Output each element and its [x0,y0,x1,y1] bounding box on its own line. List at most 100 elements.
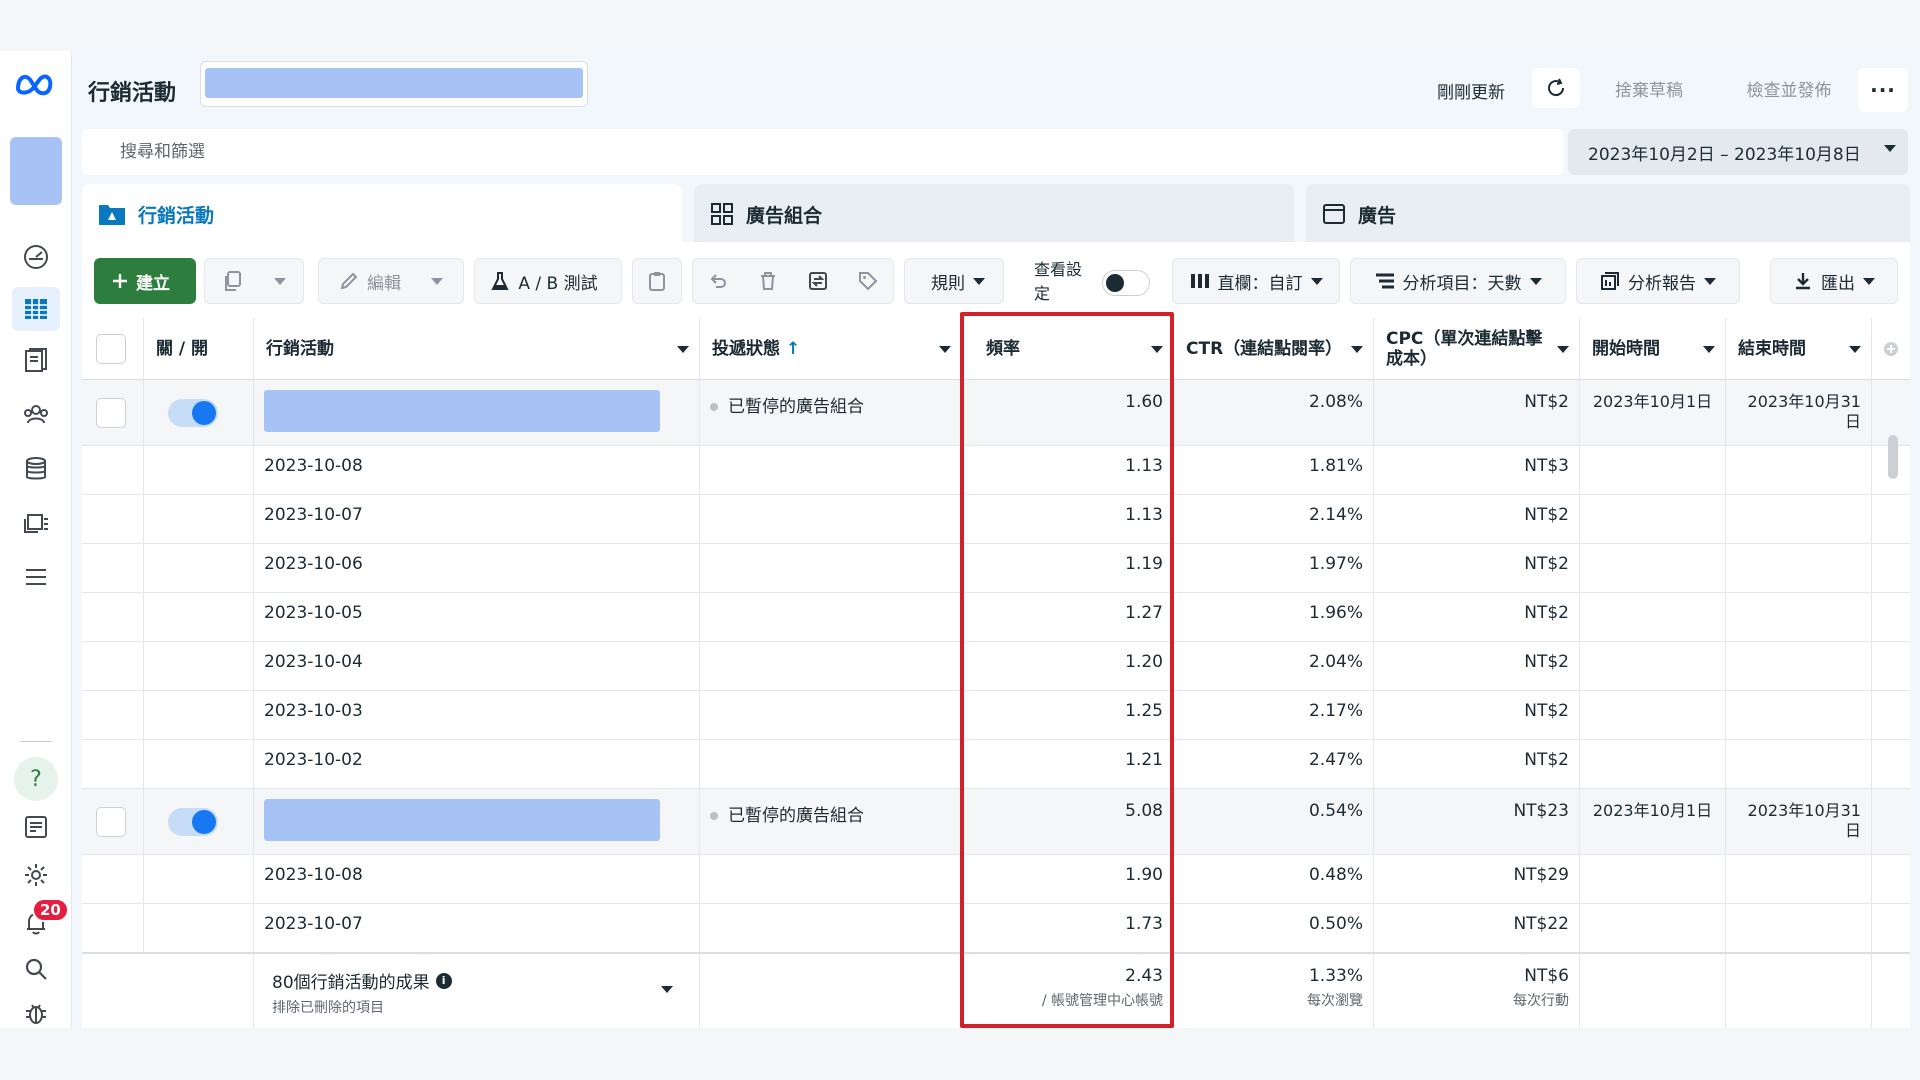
chevron-down-icon[interactable] [661,986,673,993]
campaign-name-cell: 2023-10-04 [254,642,700,690]
delivery-status-cell [700,642,962,690]
reports-dropdown[interactable]: 分析報告 [1576,258,1740,304]
menu-hamburger-icon[interactable] [18,559,54,595]
end-cell [1726,855,1872,903]
row-pad-cell [1872,593,1910,641]
row-pad-cell [1872,544,1910,592]
toggle-knob [192,401,216,425]
redacted-campaign-name[interactable] [264,390,660,432]
ad-frame-icon [1322,202,1346,226]
end-cell [1726,544,1872,592]
duplicate-icon [225,271,241,291]
tab-ad-sets[interactable]: 廣告組合 [694,184,1294,244]
header-delivery[interactable]: 投遞狀態 ↑ [700,318,962,380]
account-avatar[interactable] [10,137,62,205]
row-select-cell [82,691,144,739]
date-range-picker[interactable]: 2023年10月2日 – 2023年10月8日 [1568,129,1908,175]
search-icon[interactable] [18,951,54,987]
redacted-campaign-name[interactable] [264,799,660,841]
breakdown-row[interactable]: 2023-10-03 1.25 2.17% NT$2 [82,691,1910,740]
campaign-on-off-toggle[interactable] [168,808,218,836]
breakdown-dropdown[interactable]: 分析項目：天數 [1350,258,1566,304]
create-button[interactable]: 建立 [94,258,196,304]
row-checkbox[interactable] [96,807,126,837]
header-campaign[interactable]: 行銷活動 [254,318,700,380]
header-toggle[interactable]: 關 / 開 [144,318,254,380]
summary-results[interactable]: 80個行銷活動的成果 i 排除已刪除的項目 [254,954,700,1028]
edit-button[interactable]: 編輯 [318,258,464,304]
duplicate-button[interactable] [204,258,304,304]
meta-logo-icon[interactable] [14,69,58,97]
breakdown-row[interactable]: 2023-10-07 1.73 0.50% NT$22 [82,904,1910,953]
pencil-icon [340,272,358,290]
breakdown-row[interactable]: 2023-10-08 1.13 1.81% NT$3 [82,446,1910,495]
ads-manager-table-icon[interactable] [12,287,60,331]
summary-title: 80個行銷活動的成果 [272,973,430,993]
tab-campaigns[interactable]: 行銷活動 [82,184,682,244]
row-pad-cell [1872,904,1910,952]
table-scrollbar[interactable] [1888,435,1898,479]
more-options-button[interactable]: ··· [1858,68,1908,112]
export-dropdown[interactable]: 匯出 [1770,258,1898,304]
start-cell [1580,593,1726,641]
campaign-name-field[interactable] [200,61,588,107]
help-icon[interactable]: ? [14,757,58,801]
download-icon [1796,273,1810,290]
info-icon[interactable]: i [435,972,452,989]
tag-icon[interactable] [843,271,893,291]
header-end[interactable]: 結束時間 [1726,318,1872,380]
summary-frequency: 2.43 / 帳號管理中心帳號 [962,954,1174,1028]
settings-gear-icon[interactable] [18,857,54,893]
breakdown-row[interactable]: 2023-10-08 1.90 0.48% NT$29 [82,855,1910,904]
pages-icon[interactable] [18,343,54,379]
review-and-publish-button[interactable]: 檢查並發佈 [1718,68,1860,108]
flask-icon [491,272,509,290]
campaign-on-off-toggle[interactable] [168,399,218,427]
chevron-down-icon [1310,277,1323,285]
tab-ads[interactable]: 廣告 [1306,184,1910,244]
tab-label: 廣告 [1358,204,1397,227]
delivery-status-cell [700,544,962,592]
search-input[interactable] [120,139,1520,165]
trash-icon[interactable] [743,271,793,291]
breakdown-row[interactable]: 2023-10-02 1.21 2.47% NT$2 [82,740,1910,789]
breakdown-row[interactable]: 2023-10-04 1.20 2.04% NT$2 [82,642,1910,691]
dashboard-gauge-icon[interactable] [18,239,54,275]
ab-test-button[interactable]: A / B 測試 [474,258,622,304]
refresh-button[interactable] [1532,68,1580,108]
activity-log-icon[interactable] [18,809,54,845]
header-cpc[interactable]: CPC（單次連結點擊成本） [1374,318,1580,380]
cpc-cell: NT$23 [1374,789,1580,854]
columns-dropdown[interactable]: 直欄：自訂 [1172,258,1340,304]
summary-end [1726,954,1872,1028]
header-ctr[interactable]: CTR（連結點閱率） [1174,318,1374,380]
header-frequency[interactable]: 頻率 [962,318,1174,380]
breakdown-row[interactable]: 2023-10-07 1.13 2.14% NT$2 [82,495,1910,544]
header-start[interactable]: 開始時間 [1580,318,1726,380]
compare-icon[interactable] [793,270,843,292]
campaign-row[interactable]: 已暫停的廣告組合 1.60 2.08% NT$2 2023年10月1日 2023年10月3… [82,380,1910,446]
view-setting-toggle[interactable] [1102,270,1150,296]
row-checkbox[interactable] [96,398,126,428]
rules-dropdown[interactable]: 規則 [904,258,1004,304]
campaign-row[interactable]: 已暫停的廣告組合 5.08 0.54% NT$23 2023年10月1日 2023年10月… [82,789,1910,855]
select-all-checkbox[interactable] [96,334,126,364]
delivery-status-text: 已暫停的廣告組合 [728,397,864,417]
breakdown-row[interactable]: 2023-10-05 1.27 1.96% NT$2 [82,593,1910,642]
breakdown-row[interactable]: 2023-10-06 1.19 1.97% NT$2 [82,544,1910,593]
undo-icon[interactable] [693,271,743,291]
ctr-cell: 2.47% [1174,740,1374,788]
search-filter-bar[interactable] [82,129,1564,175]
row-toggle-cell [144,642,254,690]
left-navigation: ? 20 [0,51,72,1028]
row-toggle-cell [144,691,254,739]
billing-stack-icon[interactable] [18,451,54,487]
chevron-down-icon [939,346,951,353]
ctr-cell: 1.97% [1174,544,1374,592]
clipboard-button[interactable] [632,258,682,304]
bug-report-icon[interactable] [18,995,54,1028]
audiences-icon[interactable] [18,397,54,433]
add-column-button[interactable] [1872,318,1910,380]
discard-drafts-button[interactable]: 捨棄草稿 [1592,68,1706,108]
media-library-icon[interactable] [18,505,54,541]
